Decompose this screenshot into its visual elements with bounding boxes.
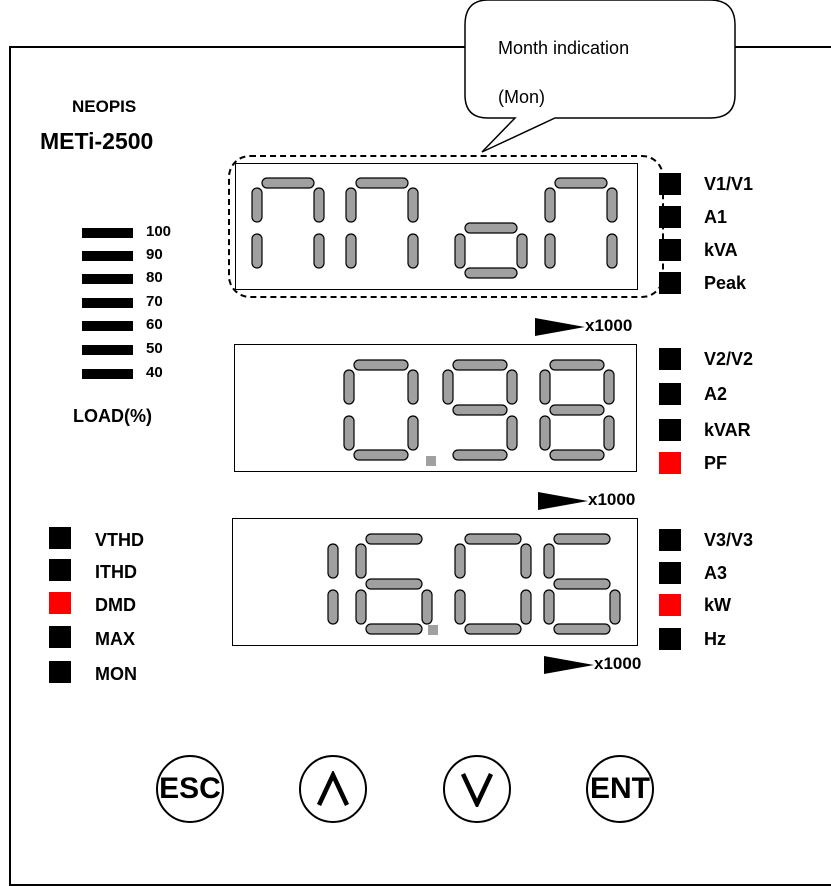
esc-button-label: ESC — [159, 772, 221, 805]
seven-segment-digit — [454, 222, 528, 279]
multiplier-top: x1000 — [535, 316, 632, 336]
up-button[interactable] — [299, 755, 367, 823]
load-bar-segment — [82, 369, 133, 379]
seven-segment-digit — [543, 533, 621, 635]
indicator-label: A3 — [704, 563, 728, 583]
indicator-label: kVAR — [704, 420, 751, 440]
seven-segment-digit — [442, 359, 518, 461]
load-level-label: 50 — [146, 340, 163, 357]
indicator-lamp-hz — [659, 628, 681, 650]
load-level-label: 80 — [146, 269, 163, 286]
indicator-label: V1/V1 — [704, 174, 754, 194]
load-bar-segment — [82, 321, 133, 331]
ent-button-label: ENT — [590, 772, 650, 805]
seven-segment-digit — [544, 177, 618, 269]
indicator-label: kW — [704, 595, 731, 615]
indicator-label: MON — [95, 664, 137, 684]
indicator-label: Hz — [704, 629, 726, 649]
indicator-label: kVA — [704, 240, 738, 260]
load-bar-segment — [82, 251, 133, 261]
indicator-label: V2/V2 — [704, 349, 754, 369]
load-level-label: 90 — [146, 246, 163, 263]
indicator-lamp-pf — [659, 452, 681, 474]
decimal-point — [428, 625, 438, 635]
indicator-lamp-kva — [659, 239, 681, 261]
indicator-lamp-peak — [659, 272, 681, 294]
indicator-lamp-vthd — [49, 527, 71, 549]
load-bar-segment — [82, 298, 133, 308]
indicator-lamp-mon — [49, 661, 71, 683]
indicator-lamp-v3v3 — [659, 529, 681, 551]
load-level-label: 40 — [146, 364, 163, 381]
indicator-lamp-a3 — [659, 562, 681, 584]
esc-button[interactable]: ESC — [156, 755, 224, 823]
indicator-label: DMD — [95, 595, 136, 615]
seven-segment-digit — [345, 177, 419, 269]
seven-segment-digit — [539, 359, 615, 461]
indicator-lamp-kw — [659, 594, 681, 616]
load-bar-segment — [82, 228, 133, 238]
seven-segment-digit — [327, 543, 339, 625]
load-level-label: 70 — [146, 293, 163, 310]
indicator-label: MAX — [95, 629, 135, 649]
indicator-label: A1 — [704, 207, 728, 227]
decimal-point — [426, 456, 436, 466]
down-button[interactable] — [443, 755, 511, 823]
multiplier-bottom: x1000 — [544, 654, 641, 674]
arrow-icon — [538, 491, 588, 510]
caret-down-icon — [460, 773, 494, 807]
indicator-label: V3/V3 — [704, 530, 754, 550]
multiplier-middle: x1000 — [538, 490, 635, 510]
seven-segment-digit — [355, 533, 433, 635]
arrow-icon — [544, 655, 594, 674]
caret-up-icon — [316, 771, 350, 806]
indicator-label: Peak — [704, 273, 747, 293]
indicator-lamp-a2 — [659, 383, 681, 405]
indicator-lamp-dmd — [49, 592, 71, 614]
indicator-label: A2 — [704, 384, 728, 404]
indicator-label: VTHD — [95, 530, 144, 550]
load-bar-segment — [82, 345, 133, 355]
indicator-label: ITHD — [95, 562, 137, 582]
indicator-label: PF — [704, 453, 728, 473]
load-level-label: 100 — [146, 223, 172, 240]
indicator-lamp-kvar — [659, 419, 681, 441]
load-title: LOAD(%) — [73, 406, 152, 426]
indicator-lamp-max — [49, 626, 71, 648]
seven-segment-digit — [251, 177, 325, 269]
arrow-icon — [535, 317, 585, 336]
ent-button[interactable]: ENT — [586, 755, 654, 823]
indicator-lamp-a1 — [659, 206, 681, 228]
seven-segment-digit — [343, 359, 419, 461]
load-level-label: 60 — [146, 316, 163, 333]
indicator-lamp-ithd — [49, 559, 71, 581]
seven-segment-digit — [454, 533, 532, 635]
indicator-lamp-v1v1 — [659, 173, 681, 195]
load-bar-segment — [82, 274, 133, 284]
indicator-lamp-v2v2 — [659, 348, 681, 370]
